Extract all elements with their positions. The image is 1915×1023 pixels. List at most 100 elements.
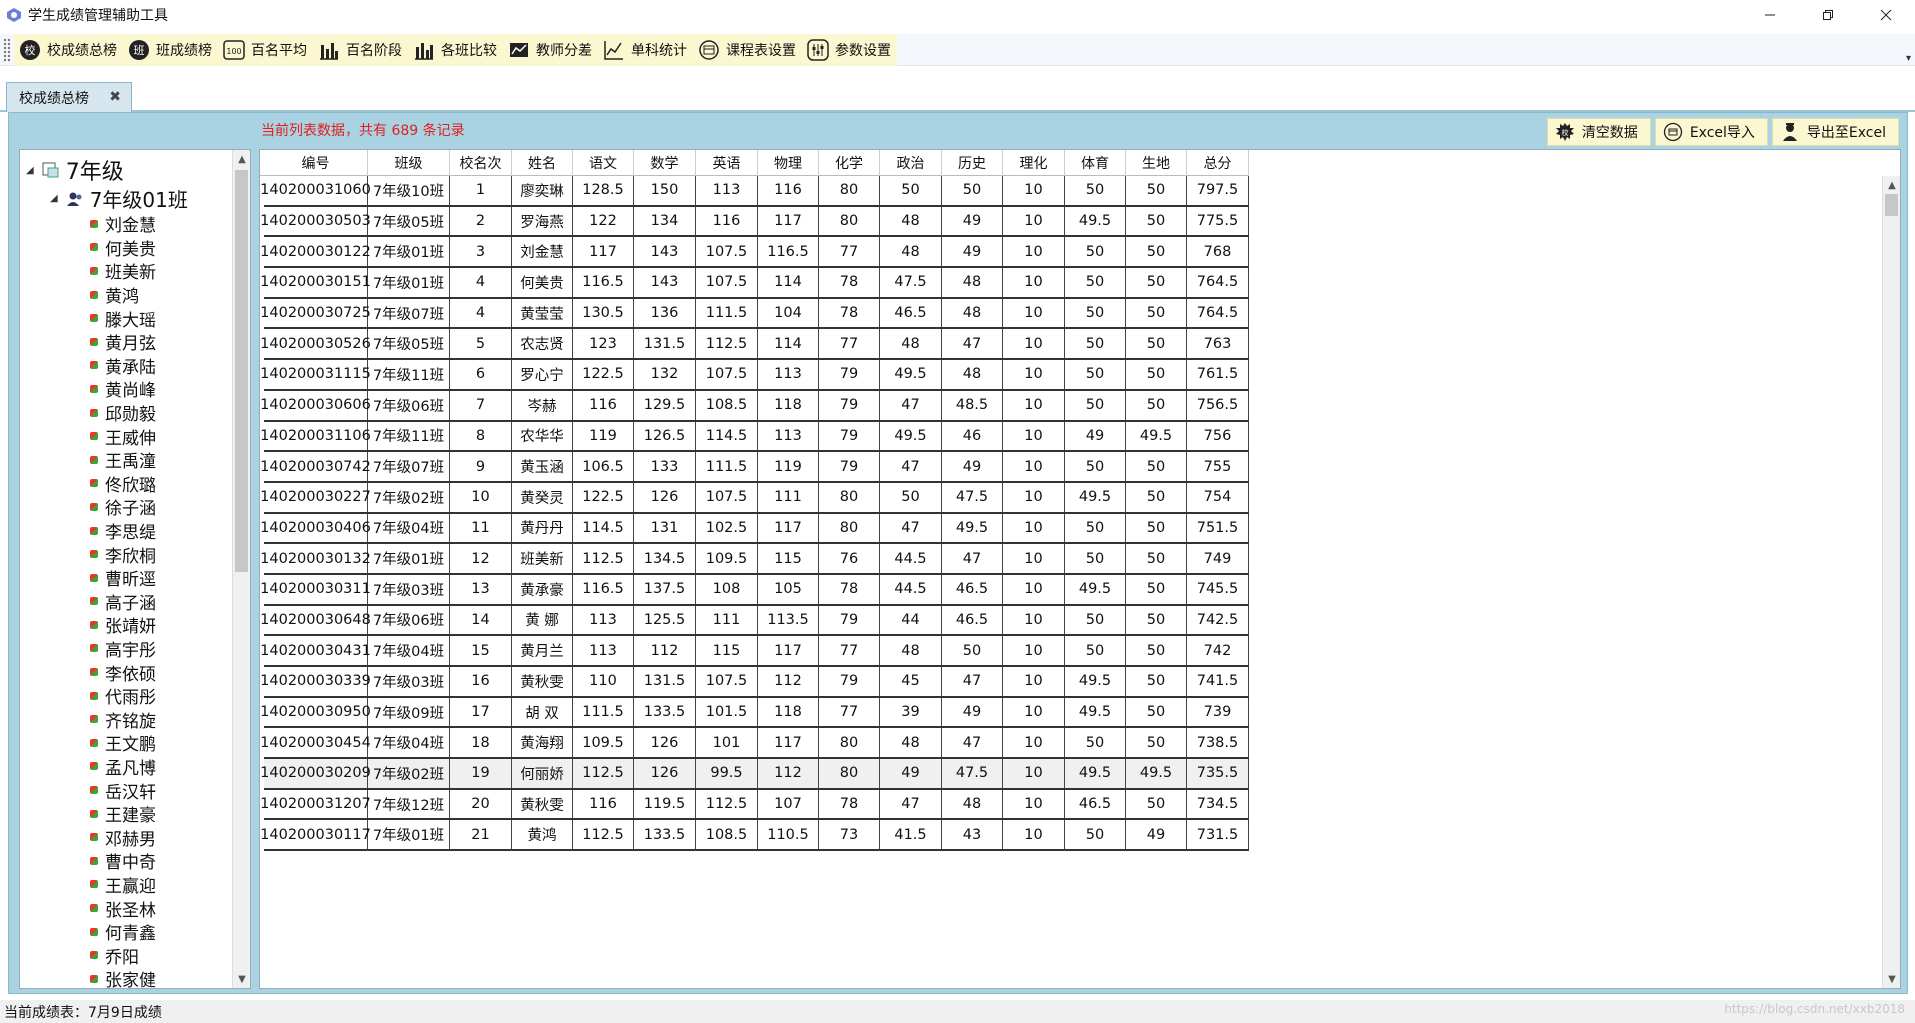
column-header[interactable]: 数学 <box>634 150 696 176</box>
table-cell[interactable]: 48 <box>880 329 942 359</box>
table-cell[interactable]: 48 <box>942 360 1003 389</box>
table-cell[interactable]: 107.5 <box>696 268 758 297</box>
table-cell[interactable]: 49.5 <box>1126 421 1187 451</box>
table-cell[interactable]: 罗海燕 <box>512 206 573 236</box>
table-cell[interactable]: 班美新 <box>512 544 573 573</box>
table-cell[interactable]: 47 <box>942 728 1003 758</box>
table-cell[interactable]: 132 <box>634 360 696 389</box>
table-cell[interactable]: 49 <box>1065 421 1126 451</box>
tree-node-grade[interactable]: ◢ 7年级 <box>26 154 124 186</box>
table-cell[interactable]: 8 <box>450 421 512 451</box>
table-cell[interactable]: 79 <box>819 360 880 389</box>
table-cell[interactable]: 775.5 <box>1187 206 1249 236</box>
toolbar-button-class-compare[interactable]: 各班比较 <box>408 33 503 66</box>
tree-student-item[interactable]: 邱勋毅 <box>90 401 156 425</box>
table-cell[interactable]: 7年级04班 <box>368 728 450 758</box>
table-cell[interactable]: 49.5 <box>1065 667 1126 696</box>
table-cell[interactable]: 112 <box>758 667 819 696</box>
table-cell[interactable]: 112.5 <box>573 820 634 850</box>
table-row[interactable]: 140200030742 7年级07班 9 黄玉涵 106.5 133 111.5 119 79… <box>260 452 1249 483</box>
table-cell[interactable]: 10 <box>1003 820 1065 850</box>
table-cell[interactable]: 50 <box>1065 237 1126 267</box>
table-cell[interactable]: 49 <box>942 697 1003 727</box>
table-row[interactable]: 140200031207 7年级12班 20 黄秋雯 116 119.5 112.5 107 7… <box>260 789 1249 821</box>
tree-student-item[interactable]: 滕大瑶 <box>90 306 156 331</box>
table-cell[interactable]: 3 <box>450 237 512 267</box>
table-cell[interactable]: 39 <box>880 697 942 727</box>
toolbar-button-top100-average[interactable]: 100 百名平均 <box>218 33 313 66</box>
table-cell[interactable]: 755 <box>1187 452 1249 481</box>
table-row[interactable]: 140200030209 7年级02班 19 何丽娇 112.5 126 99.5 112 80… <box>260 759 1249 790</box>
table-cell[interactable]: 49.5 <box>1065 697 1126 727</box>
table-cell[interactable]: 113 <box>758 421 819 451</box>
table-cell[interactable]: 761.5 <box>1187 360 1249 389</box>
table-cell[interactable]: 50 <box>1126 176 1187 205</box>
table-cell[interactable]: 79 <box>819 667 880 696</box>
tree-student-item[interactable]: 黄承陆 <box>90 354 156 378</box>
table-cell[interactable]: 143 <box>634 237 696 267</box>
scrollbar-thumb[interactable] <box>235 170 248 572</box>
table-cell[interactable]: 768 <box>1187 237 1249 267</box>
table-cell[interactable]: 47 <box>942 544 1003 573</box>
table-cell[interactable]: 109.5 <box>573 728 634 758</box>
table-cell[interactable]: 140200030339 <box>260 667 371 696</box>
table-cell[interactable]: 140200031207 <box>260 789 371 819</box>
column-header[interactable]: 理化 <box>1003 150 1065 176</box>
table-cell[interactable]: 1 <box>450 176 512 205</box>
tree-student-item[interactable]: 代雨彤 <box>90 684 156 708</box>
table-cell[interactable]: 48.5 <box>942 390 1003 420</box>
table-cell[interactable]: 7年级06班 <box>368 605 450 635</box>
table-cell[interactable]: 17 <box>450 697 512 727</box>
table-row[interactable]: 140200030339 7年级03班 16 黄秋雯 110 131.5 107.5 112 7… <box>260 667 1249 698</box>
table-cell[interactable]: 140200030406 <box>260 513 371 543</box>
table-cell[interactable]: 140200030648 <box>260 605 371 635</box>
table-cell[interactable]: 130.5 <box>573 298 634 328</box>
tree-student-item[interactable]: 张圣林 <box>90 896 156 921</box>
table-cell[interactable]: 77 <box>819 697 880 727</box>
column-header[interactable]: 政治 <box>880 150 942 176</box>
table-cell[interactable]: 797.5 <box>1187 176 1249 205</box>
tree-student-item[interactable]: 张靖妍 <box>90 613 156 637</box>
table-row[interactable]: 140200030227 7年级02班 10 黄癸灵 122.5 126 107.5 111 8… <box>260 482 1249 514</box>
table-cell[interactable]: 黄癸灵 <box>512 482 573 512</box>
table-cell[interactable]: 107.5 <box>696 667 758 696</box>
table-cell[interactable]: 黄秋雯 <box>512 667 573 696</box>
table-cell[interactable]: 50 <box>942 176 1003 205</box>
table-cell[interactable]: 15 <box>450 636 512 665</box>
table-cell[interactable]: 101 <box>696 728 758 758</box>
table-cell[interactable]: 742 <box>1187 636 1249 665</box>
table-cell[interactable]: 50 <box>1126 544 1187 573</box>
table-cell[interactable]: 751.5 <box>1187 513 1249 543</box>
table-cell[interactable]: 10 <box>1003 513 1065 543</box>
table-cell[interactable]: 50 <box>1126 697 1187 727</box>
table-cell[interactable]: 116 <box>573 789 634 819</box>
table-cell[interactable]: 112.5 <box>573 759 634 788</box>
table-cell[interactable]: 7年级01班 <box>368 268 450 297</box>
table-cell[interactable]: 44.5 <box>880 574 942 604</box>
table-cell[interactable]: 137.5 <box>634 574 696 604</box>
table-cell[interactable]: 140200030122 <box>260 237 371 267</box>
table-cell[interactable]: 黄鸿 <box>512 820 573 850</box>
table-cell[interactable]: 749 <box>1187 544 1249 573</box>
table-cell[interactable]: 119 <box>573 421 634 451</box>
table-cell[interactable]: 114.5 <box>696 421 758 451</box>
table-cell[interactable]: 79 <box>819 421 880 451</box>
table-cell[interactable]: 50 <box>880 482 942 512</box>
table-cell[interactable]: 50 <box>1126 605 1187 635</box>
table-cell[interactable]: 50 <box>1065 513 1126 543</box>
table-cell[interactable]: 116 <box>758 176 819 205</box>
table-cell[interactable]: 119 <box>758 452 819 481</box>
table-cell[interactable]: 114 <box>758 268 819 297</box>
table-cell[interactable]: 50 <box>1065 636 1126 665</box>
table-cell[interactable]: 50 <box>1065 605 1126 635</box>
table-cell[interactable]: 111 <box>758 482 819 512</box>
table-cell[interactable]: 50 <box>1126 482 1187 512</box>
table-cell[interactable]: 143 <box>634 268 696 297</box>
table-cell[interactable]: 133.5 <box>634 697 696 727</box>
table-cell[interactable]: 41.5 <box>880 820 942 850</box>
table-cell[interactable]: 140200030151 <box>260 268 371 297</box>
table-cell[interactable]: 10 <box>1003 176 1065 205</box>
table-cell[interactable]: 10 <box>450 482 512 512</box>
table-cell[interactable]: 140200030117 <box>260 820 371 850</box>
table-cell[interactable]: 19 <box>450 759 512 788</box>
